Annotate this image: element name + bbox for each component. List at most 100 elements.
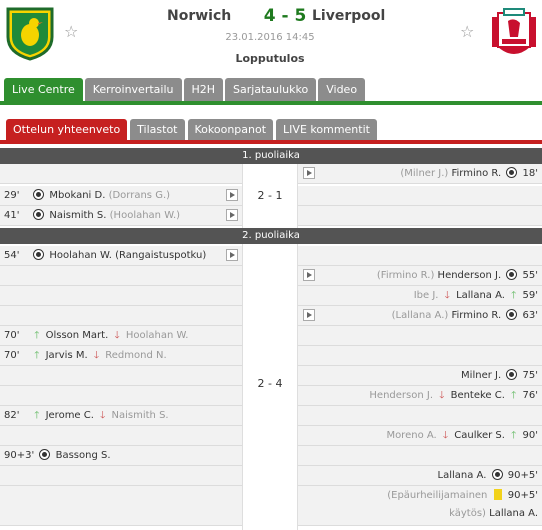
- event-minute: 54': [4, 250, 20, 261]
- player-name[interactable]: Bassong S.: [56, 450, 111, 461]
- liverpool-crest-icon: [492, 8, 536, 54]
- event-row: Moreno A. 🡓 Caulker S. 🡑 90': [298, 426, 542, 446]
- list-item: [0, 386, 242, 406]
- list-item: [298, 406, 542, 426]
- assist-name: (Firmino R.): [376, 270, 435, 281]
- favorite-away-star-icon[interactable]: ☆: [460, 24, 474, 40]
- event-minute: 76': [522, 390, 538, 401]
- tab-match-summary[interactable]: Ottelun yhteenveto: [6, 119, 128, 140]
- list-item: [0, 486, 242, 526]
- away-team-name[interactable]: Liverpool: [312, 8, 385, 24]
- video-play-icon[interactable]: [303, 269, 315, 281]
- event-row: (Firmino R.) Henderson J. 55': [298, 266, 542, 286]
- player-out-name[interactable]: Redmond N.: [105, 350, 166, 361]
- player-in-name[interactable]: Caulker S.: [454, 430, 505, 441]
- list-item: [298, 346, 542, 366]
- event-row: 82' 🡑 Jerome C. 🡓 Naismith S.: [0, 406, 242, 426]
- goal-ball-icon: [33, 189, 45, 200]
- sub-in-arrow-icon: 🡑: [511, 430, 517, 441]
- home-team-name[interactable]: Norwich: [167, 8, 231, 24]
- tab-statistics[interactable]: Tilastot: [130, 119, 185, 140]
- player-in-name[interactable]: Olsson Mart.: [46, 330, 109, 341]
- tab-live-commentary[interactable]: LIVE kommentit: [276, 119, 377, 140]
- tab-standings[interactable]: Sarjataulukko: [225, 78, 317, 101]
- event-minute: 75': [522, 370, 538, 381]
- sub-out-arrow-icon: 🡓: [439, 390, 445, 401]
- period-header-first-half: 1. puoliaika: [0, 148, 542, 164]
- sub-out-arrow-icon: 🡓: [444, 290, 450, 301]
- event-row: (Epäurheilijamainen 90+5' käytös) Lallan…: [298, 486, 542, 526]
- player-name[interactable]: Lallana A.: [489, 508, 538, 519]
- player-out-name[interactable]: Naismith S.: [112, 410, 169, 421]
- event-row: Lallana A. 90+5': [298, 466, 542, 486]
- event-minute: 70': [4, 330, 20, 341]
- tab-odds-comparison[interactable]: Kerroinvertailu: [84, 78, 182, 101]
- main-tabs: Live Centre Kerroinvertailu H2H Sarjatau…: [4, 78, 367, 101]
- player-name[interactable]: Lallana A.: [438, 470, 487, 481]
- event-minute: 55': [522, 270, 538, 281]
- tab-video[interactable]: Video: [318, 78, 366, 101]
- list-item: [0, 466, 242, 486]
- sub-out-arrow-icon: 🡓: [114, 330, 120, 341]
- event-minute: 90+5': [507, 470, 538, 481]
- sub-in-arrow-icon: 🡑: [34, 330, 40, 341]
- assist-name: Henderson J.: [369, 390, 433, 401]
- card-reason: (Epäurheilijamainen: [387, 490, 488, 501]
- assist-name: (Lallana A.): [391, 310, 449, 321]
- event-row: Ibe J. 🡓 Lallana A. 🡑 59': [298, 286, 542, 306]
- player-name[interactable]: Henderson J.: [438, 270, 502, 281]
- event-row: (Lallana A.) Firmino R. 63': [298, 306, 542, 326]
- video-play-icon[interactable]: [226, 249, 238, 261]
- event-row: 54' Hoolahan W. (Rangaistuspotku): [0, 246, 242, 266]
- video-play-icon[interactable]: [226, 189, 238, 201]
- tab-h2h[interactable]: H2H: [183, 78, 224, 101]
- player-name[interactable]: Benteke C.: [451, 390, 505, 401]
- player-in-name[interactable]: Lallana A.: [456, 290, 505, 301]
- sub-in-arrow-icon: 🡑: [34, 410, 40, 421]
- list-item: [298, 326, 542, 346]
- event-minute: 41': [4, 210, 20, 221]
- player-name[interactable]: Firmino R.: [451, 168, 501, 179]
- tab-lineups[interactable]: Kokoonpanot: [187, 119, 274, 140]
- sub-out-arrow-icon: 🡓: [442, 430, 449, 441]
- sub-tabs-underline: [0, 140, 542, 144]
- event-row: (Milner J.) Firmino R. 18': [298, 164, 542, 184]
- player-out-name[interactable]: Ibe J.: [414, 290, 439, 301]
- player-out-name[interactable]: Moreno A.: [386, 430, 436, 441]
- second-half-score: 2 - 4: [242, 244, 298, 530]
- list-item: [0, 426, 242, 446]
- period-header-second-half: 2. puoliaika: [0, 228, 542, 244]
- video-play-icon[interactable]: [303, 167, 315, 179]
- list-item: [0, 286, 242, 306]
- event-row: 29' Mbokani D. (Dorrans G.): [0, 186, 242, 206]
- list-item: [298, 186, 542, 206]
- tab-live-centre[interactable]: Live Centre: [4, 78, 83, 101]
- player-name[interactable]: Naismith S.: [49, 210, 106, 221]
- goal-ball-icon: [506, 369, 518, 380]
- player-in-name[interactable]: Jarvis M.: [46, 350, 88, 361]
- player-in-name[interactable]: Jerome C.: [46, 410, 94, 421]
- goal-ball-icon: [33, 249, 45, 260]
- video-play-icon[interactable]: [226, 209, 238, 221]
- yellow-card-icon: [493, 489, 502, 500]
- list-item: [0, 164, 242, 184]
- match-status: Lopputulos: [235, 52, 305, 65]
- assist-name: (Dorrans G.): [108, 190, 171, 201]
- player-name[interactable]: Mbokani D.: [49, 190, 105, 201]
- favorite-home-star-icon[interactable]: ☆: [64, 24, 78, 40]
- event-row: 70' 🡑 Jarvis M. 🡓 Redmond N.: [0, 346, 242, 366]
- assist-name: (Hoolahan W.): [109, 210, 181, 221]
- event-minute: 82': [4, 410, 20, 421]
- list-item: [298, 206, 542, 226]
- list-item: [0, 366, 242, 386]
- event-minute: 90': [522, 430, 538, 441]
- player-out-name[interactable]: Hoolahan W.: [126, 330, 189, 341]
- sub-tabs: Ottelun yhteenveto Tilastot Kokoonpanot …: [6, 119, 380, 140]
- goal-note: (Rangaistuspotku): [115, 250, 207, 261]
- player-name[interactable]: Firmino R.: [451, 310, 501, 321]
- goal-ball-icon: [33, 209, 45, 220]
- video-play-icon[interactable]: [303, 309, 315, 321]
- player-name[interactable]: Hoolahan W.: [49, 250, 112, 261]
- player-name[interactable]: Milner J.: [461, 370, 501, 381]
- event-row: Henderson J. 🡓 Benteke C. 🡑 76': [298, 386, 542, 406]
